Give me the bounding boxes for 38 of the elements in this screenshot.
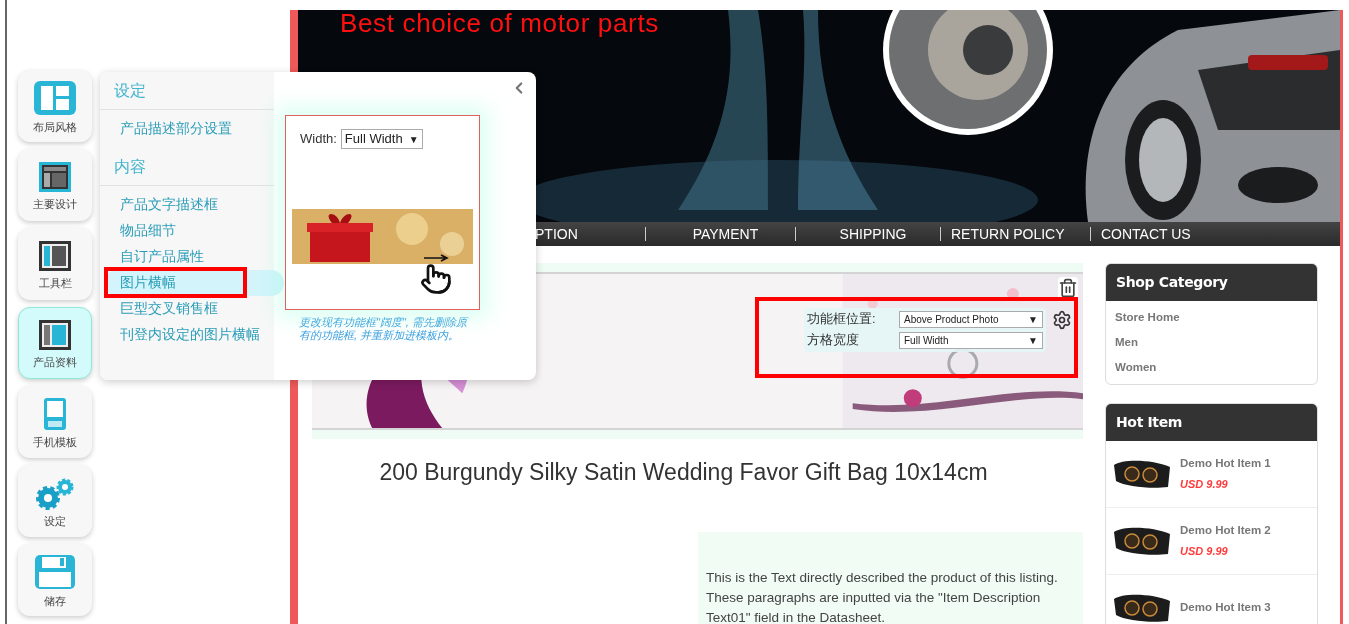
layout-grid-icon	[38, 239, 72, 272]
nav-link[interactable]: SHIPPING	[795, 227, 940, 241]
product-link[interactable]: Demo Hot Item 2	[1180, 522, 1271, 540]
product-title: 200 Burgundy Silky Satin Wedding Favor Gift Bag 10x14cm	[378, 458, 989, 487]
tool-button[interactable]: 工具栏	[18, 228, 92, 300]
nav-link[interactable]: PTION	[535, 227, 645, 241]
tool-button[interactable]: 储存	[18, 544, 92, 616]
panel-title: Shop Category	[1116, 273, 1228, 292]
trash-icon[interactable]	[1058, 277, 1078, 299]
setting-label: 方格宽度	[807, 331, 860, 349]
panel-title: Hot Item	[1116, 413, 1183, 432]
phone-icon	[43, 396, 67, 431]
tool-button[interactable]: 布局风格	[18, 70, 92, 142]
description-text: This is the Text directly described the product of this listing. These paragraphs are inputted via the "Item Description Text01" field in the Datasheet.	[706, 568, 1059, 624]
category-link[interactable]: Men	[1106, 330, 1317, 355]
product-link[interactable]: Demo Hot Item 3	[1180, 599, 1271, 617]
note-text: 更改现有功能框"阔度", 需先删除原有的功能框, 并重新加进模板内。	[299, 316, 469, 342]
tool-button[interactable]: 设定	[18, 465, 92, 537]
dropdown[interactable]: Full Width ▼	[899, 331, 1043, 349]
dropdown[interactable]: Above Product Photo ▼	[899, 310, 1043, 328]
layout-grid-icon	[38, 160, 72, 193]
menu-heading: 内容	[100, 148, 274, 186]
nav-link[interactable]: PAYMENT	[645, 227, 795, 241]
layout-grid-icon	[38, 318, 72, 351]
tool-button[interactable]: 手机模板	[18, 386, 92, 458]
nav-link[interactable]: CONTACT US	[1090, 227, 1230, 241]
nav-link[interactable]: RETURN POLICY	[940, 227, 1090, 241]
tool-button[interactable]: 主要设计	[18, 149, 92, 221]
price: USD 9.99	[1180, 544, 1229, 560]
layout-icon	[33, 79, 77, 116]
settings-icon[interactable]	[1052, 310, 1072, 330]
price: USD 9.99	[1180, 477, 1229, 493]
product-link[interactable]: Demo Hot Item 1	[1180, 455, 1271, 473]
category-link[interactable]: Women	[1106, 355, 1317, 380]
tool-button[interactable]: 产品资料	[18, 307, 92, 379]
setting-label: 功能框位置:	[807, 311, 877, 328]
category-link[interactable]: Store Home	[1106, 305, 1317, 330]
menu-heading: 设定	[100, 72, 274, 110]
